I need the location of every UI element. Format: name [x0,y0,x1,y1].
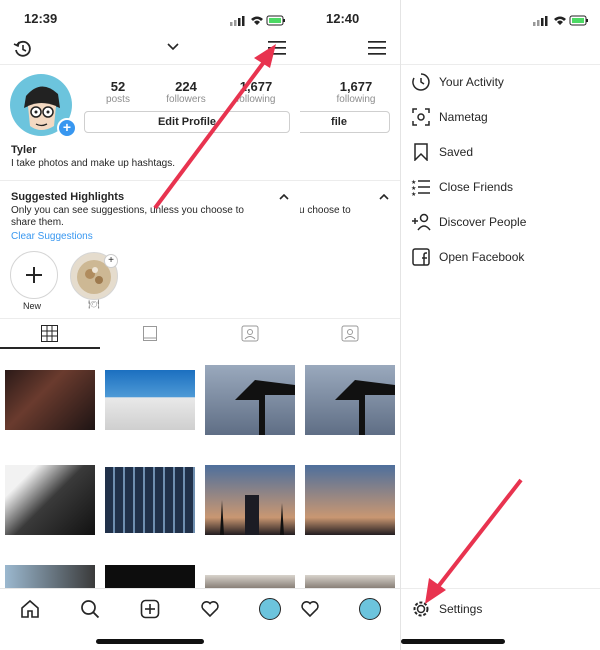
profile-behind-drawer: 12:40 1,677 following file u choose to [300,0,400,650]
stat-following[interactable]: 1,677 following [328,79,384,105]
photo-thumbnail[interactable] [305,465,395,535]
menu-icon[interactable] [368,40,386,56]
profile-screen: 12:39 + 52 posts 224 followers 1,677 fol… [0,0,300,650]
heart-icon[interactable] [300,599,320,619]
bottom-nav [300,588,400,650]
profile-avatar-icon[interactable] [359,598,381,620]
tagged-icon[interactable] [341,325,359,342]
status-time: 12:40 [326,11,360,26]
arrow-to-settings-icon [425,478,523,604]
side-drawer-menu: Your Activity Nametag Saved ★ ★ ★ Close Fr… [400,0,600,650]
edit-profile-button[interactable]: file [300,111,390,133]
collapse-chevron-icon[interactable] [379,194,389,200]
photo-thumbnail[interactable] [305,365,395,435]
suggested-description: u choose to [300,205,351,216]
arrow-to-menu-icon [153,44,276,210]
